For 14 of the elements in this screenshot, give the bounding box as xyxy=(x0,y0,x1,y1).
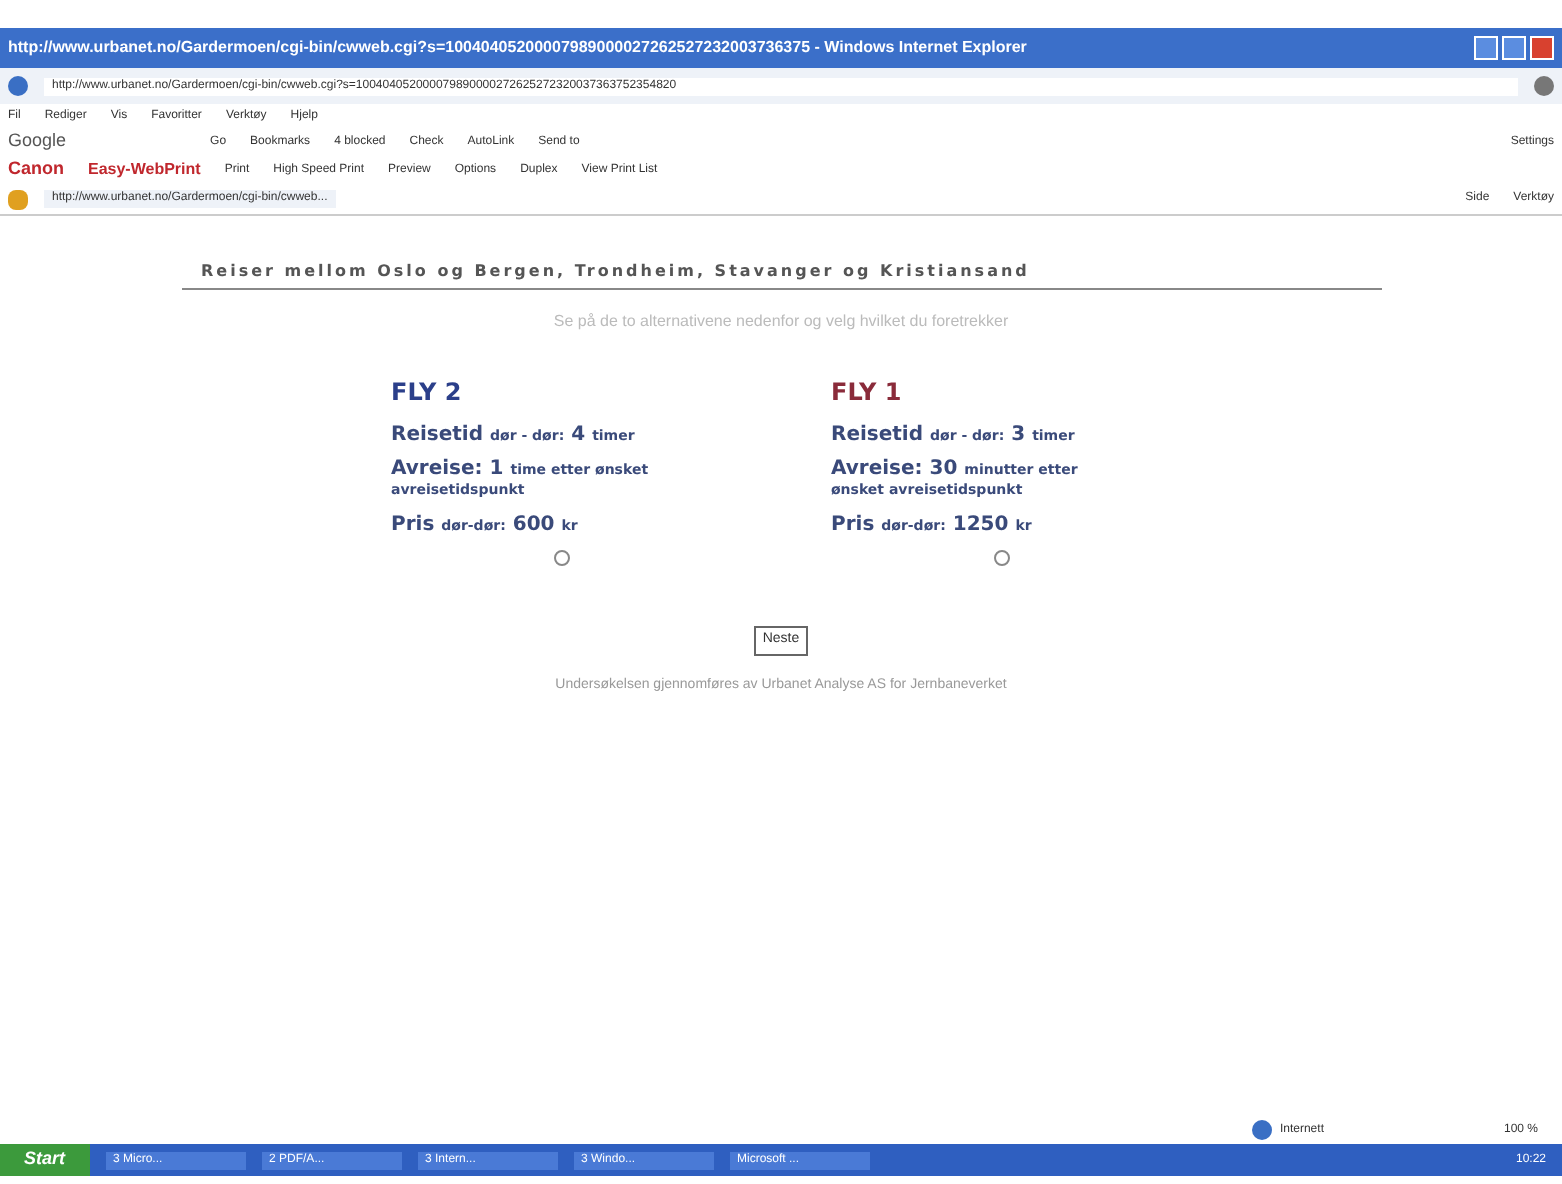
google-logo: Google xyxy=(8,128,67,155)
start-button[interactable]: Start xyxy=(0,1144,90,1176)
minimize-button[interactable] xyxy=(1474,36,1498,60)
radio-button[interactable] xyxy=(553,550,569,566)
maximize-button[interactable] xyxy=(1502,36,1526,60)
option-title: FLY 1 xyxy=(831,376,904,410)
radio-button[interactable] xyxy=(993,550,1009,566)
close-button[interactable] xyxy=(1530,36,1554,60)
canon-logo: Canon xyxy=(8,156,64,183)
product-name: Easy-WebPrint xyxy=(88,158,201,182)
page-heading: Reiser mellom Oslo og Bergen, Trondheim, Stavanger og Kristiansand xyxy=(201,262,1030,280)
intro-text: Se på de to alternativene nedenfor og velg hvilket du foretrekker xyxy=(553,310,1009,334)
option-title: FLY 2 xyxy=(391,376,464,410)
window-title: http://www.urbanet.no/Gardermoen/cgi-bin/cwweb.cgi?s=10040405200007989000027262527232003736375 - Windows Internet Explorer xyxy=(8,36,1027,60)
